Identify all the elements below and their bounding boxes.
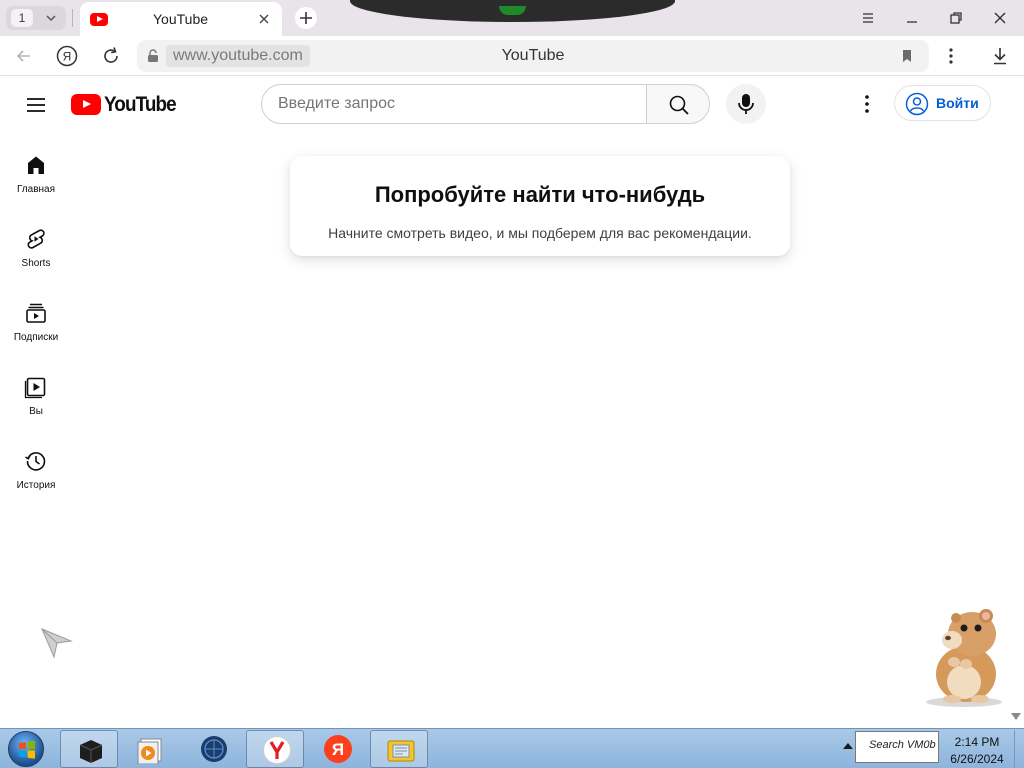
windows-logo-icon [19, 740, 35, 759]
voice-search-button[interactable] [726, 84, 766, 124]
taskbar: Я Search VM0b 2:14 PM 6/26/2024 [0, 728, 1024, 768]
clock-date[interactable]: 6/26/2024 [943, 752, 1011, 766]
taskbar-app-yandex-browser[interactable] [246, 730, 304, 768]
sign-in-button[interactable]: Войти [894, 85, 991, 121]
youtube-favicon-icon [90, 13, 108, 26]
account-circle-icon [905, 92, 929, 116]
taskbar-app-virtualbox[interactable] [60, 730, 118, 768]
tray-widget[interactable]: Search VM0b [855, 731, 939, 763]
youtube-play-icon [71, 94, 101, 115]
page-title: YouTube [501, 47, 565, 64]
paper-plane-cursor-icon [41, 628, 73, 659]
hamburger-menu-icon[interactable] [24, 94, 48, 116]
camera-notch [350, 0, 675, 22]
tab-title: YouTube [153, 11, 209, 27]
guide-item-label: История [16, 480, 56, 491]
reload-icon[interactable] [100, 45, 122, 67]
browser-globe-icon [201, 736, 227, 762]
menu-lines-icon[interactable] [858, 8, 878, 28]
minimize-icon[interactable] [902, 8, 922, 28]
guide-item-label: Shorts [21, 258, 51, 269]
system-tray: Search VM0b 2:14 PM 6/26/2024 [840, 730, 1024, 768]
yandex-logo-icon[interactable]: Я [56, 45, 78, 67]
window-close-icon[interactable] [990, 8, 1010, 28]
tray-widget-text: Search VM0b [869, 739, 936, 751]
show-desktop-button[interactable] [1014, 730, 1024, 768]
file-manager-icon [387, 740, 415, 762]
feed-nudge-card: Попробуйте найти что-нибудь Начните смот… [290, 156, 790, 256]
tab-youtube[interactable]: YouTube [80, 2, 282, 36]
windows-start-orb-icon [8, 731, 44, 767]
yandex-browser-icon [263, 736, 291, 764]
notch-indicator [499, 6, 526, 15]
microphone-icon [738, 94, 754, 114]
feed-nudge-title: Попробуйте найти что-нибудь [374, 182, 706, 207]
scroll-down-arrow-icon[interactable] [1011, 713, 1021, 721]
guide-item-shorts[interactable]: Shorts [0, 207, 72, 281]
sign-in-label: Войти [936, 95, 979, 111]
tab-separator [72, 9, 73, 27]
guide-item-label: Вы [29, 406, 43, 417]
start-button[interactable] [6, 731, 46, 767]
shorts-icon [27, 229, 45, 249]
svg-text:Я: Я [332, 740, 344, 759]
guide-item-label: Главная [16, 184, 56, 195]
search-button[interactable] [646, 84, 710, 124]
search-box[interactable] [261, 84, 647, 124]
new-tab-plus-icon[interactable] [294, 6, 318, 30]
browser-address-bar: Я www.youtube.com YouTube [0, 36, 1024, 76]
bookmark-icon[interactable] [899, 48, 915, 64]
restore-icon[interactable] [946, 8, 966, 28]
home-icon [28, 156, 44, 174]
hamster-mascot-icon [926, 609, 1002, 707]
search-icon [669, 95, 689, 115]
settings-more-icon[interactable] [855, 92, 879, 116]
taskbar-app-globe[interactable] [184, 730, 242, 768]
guide-item-label: Подписки [13, 332, 59, 343]
screen: 1 YouTube Я www.youtube.com YouTube YouT… [0, 0, 1024, 768]
close-icon[interactable] [256, 11, 272, 27]
search-input[interactable] [278, 93, 628, 115]
guide-item-history[interactable]: История [0, 429, 72, 503]
more-vertical-icon[interactable] [940, 45, 962, 67]
yandex-icon: Я [324, 735, 352, 763]
taskbar-app-media-player[interactable] [120, 730, 178, 768]
browser-tab-strip: 1 YouTube [0, 0, 1024, 36]
download-icon[interactable] [989, 45, 1011, 67]
history-icon [25, 452, 46, 471]
tab-counter-button[interactable]: 1 [6, 6, 66, 30]
guide-item-you[interactable]: Вы [0, 355, 72, 429]
tray-expand-arrow-icon[interactable] [843, 743, 853, 749]
clock-time[interactable]: 2:14 PM [943, 735, 1011, 749]
subscriptions-icon [26, 303, 46, 323]
virtualbox-icon [79, 740, 103, 763]
youtube-wordmark: YouTube [104, 93, 177, 116]
media-player-icon [137, 738, 162, 764]
you-icon [24, 377, 46, 399]
guide-item-subscriptions[interactable]: Подписки [0, 281, 72, 355]
guide-item-home[interactable]: Главная [0, 133, 72, 207]
taskbar-app-file-manager[interactable] [370, 730, 428, 768]
omnibox[interactable]: www.youtube.com YouTube [137, 40, 929, 72]
tab-count: 1 [11, 9, 33, 27]
feed-nudge-subtitle: Начните смотреть видео, и мы подберем дл… [328, 225, 752, 241]
chevron-down-icon [46, 15, 56, 22]
taskbar-app-yandex[interactable]: Я [308, 730, 366, 768]
youtube-masthead: YouTube Войти [0, 77, 1024, 133]
back-arrow-icon[interactable] [13, 45, 35, 67]
svg-text:Я: Я [63, 50, 72, 64]
